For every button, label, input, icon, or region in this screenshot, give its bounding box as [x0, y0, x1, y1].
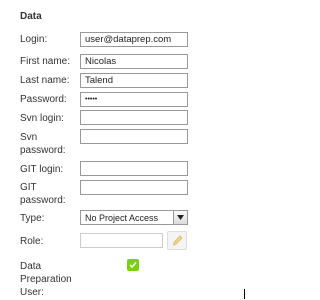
first-name-field[interactable]	[80, 54, 188, 69]
section-title: Data	[20, 11, 42, 22]
data-prep-user-label: Data Preparation User:	[20, 261, 72, 298]
password-field[interactable]	[80, 92, 188, 107]
role-edit-button[interactable]	[167, 231, 187, 250]
data-prep-user-checkbox[interactable]	[127, 259, 139, 271]
svn-password-label: Svn password:	[20, 132, 66, 156]
role-field[interactable]	[80, 233, 163, 248]
last-name-field[interactable]	[80, 73, 188, 88]
svn-password-field[interactable]	[80, 129, 188, 144]
chevron-down-icon	[177, 215, 184, 220]
user-data-form: Data Login: First name: Last name: Passw…	[0, 0, 248, 300]
scroll-edge-marker	[244, 289, 245, 299]
git-password-field[interactable]	[80, 180, 188, 195]
type-select-value: No Project Access	[85, 213, 159, 223]
svn-login-label: Svn login:	[20, 113, 64, 124]
type-dropdown-button[interactable]	[173, 211, 187, 224]
git-login-field[interactable]	[80, 161, 188, 176]
role-label: Role:	[20, 236, 44, 247]
login-label: Login:	[20, 34, 48, 45]
last-name-label: Last name:	[20, 75, 70, 86]
type-label: Type:	[20, 213, 45, 224]
check-icon	[129, 262, 137, 269]
login-field[interactable]	[80, 32, 188, 47]
type-select[interactable]: No Project Access	[80, 210, 188, 225]
first-name-label: First name:	[20, 56, 71, 67]
git-password-label: GIT password:	[20, 182, 66, 206]
password-label: Password:	[20, 94, 67, 105]
svn-login-field[interactable]	[80, 110, 188, 125]
pencil-icon	[172, 235, 183, 246]
git-login-label: GIT login:	[20, 164, 64, 175]
